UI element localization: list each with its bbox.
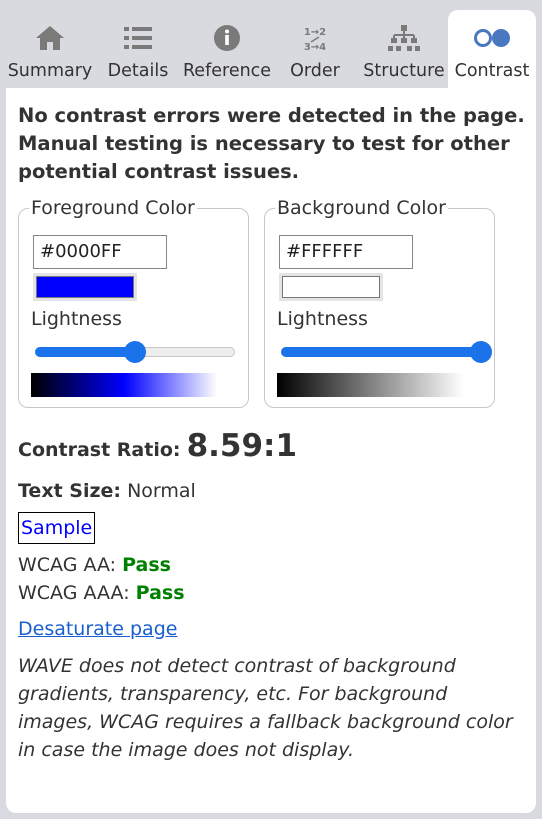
background-color-group: Background Color #FFFFFF Lightness (264, 196, 495, 408)
foreground-lightness-gradient (31, 373, 217, 397)
order-icon: 1→2 3→4 (304, 27, 326, 52)
wcag-aaa-result: WCAG AAA: Pass (18, 582, 185, 604)
home-icon (36, 26, 64, 50)
wcag-aaa-pass: Pass (135, 582, 185, 604)
foreground-lightness-slider[interactable] (35, 341, 235, 363)
order-icon-text-bottom: 3→4 (304, 42, 326, 52)
desaturate-page-link[interactable]: Desaturate page (18, 618, 177, 640)
foreground-legend: Foreground Color (29, 196, 197, 220)
foreground-hex-input[interactable]: #0000FF (33, 235, 167, 269)
background-lightness-slider[interactable] (281, 341, 492, 363)
tab-summary-label: Summary (7, 61, 93, 81)
slider-fill (35, 347, 135, 357)
tab-structure-label: Structure (363, 61, 445, 81)
tab-reference[interactable]: Reference (180, 10, 274, 88)
contrast-ratio: Contrast Ratio: 8.59:1 (18, 428, 297, 464)
sample-text: Sample (18, 512, 96, 544)
wcag-aa-pass: Pass (122, 554, 171, 576)
tab-details-label: Details (107, 61, 169, 81)
foreground-color-group: Foreground Color #0000FF Lightness (18, 196, 249, 408)
text-size-label: Text Size: (18, 480, 122, 502)
text-size-value: Normal (127, 480, 196, 502)
contrast-ratio-value: 8.59:1 (186, 428, 298, 464)
background-lightness-gradient (277, 373, 463, 397)
slider-fill (281, 347, 481, 357)
intro-message: No contrast errors were detected in the … (18, 104, 525, 183)
wcag-aa-label: WCAG AA: (18, 554, 117, 576)
contrast-ratio-label: Contrast Ratio: (18, 439, 181, 461)
contrast-note: WAVE does not detect contrast of backgro… (18, 655, 513, 761)
slider-thumb[interactable] (470, 341, 492, 363)
contrast-icon (474, 29, 510, 47)
wcag-aa-result: WCAG AA: Pass (18, 554, 171, 576)
tab-contrast[interactable]: Contrast (448, 10, 536, 88)
tab-order-label: Order (290, 61, 340, 81)
tab-details[interactable]: Details (102, 10, 174, 88)
foreground-swatch-button[interactable] (33, 273, 137, 301)
background-swatch-button[interactable] (279, 273, 383, 301)
tab-order[interactable]: 1→2 3→4 Order (282, 10, 348, 88)
background-hex-input[interactable]: #FFFFFF (279, 235, 413, 269)
tab-bar: Summary Details Reference 1→2 3→4 Order (6, 10, 536, 88)
tab-structure[interactable]: Structure (360, 10, 448, 88)
tab-contrast-label: Contrast (454, 61, 530, 81)
wcag-aaa-label: WCAG AAA: (18, 582, 130, 604)
tab-summary[interactable]: Summary (6, 10, 94, 88)
structure-icon (388, 25, 420, 51)
foreground-lightness-label: Lightness (31, 308, 122, 330)
contrast-panel: No contrast errors were detected in the … (6, 88, 536, 813)
foreground-swatch (36, 276, 134, 298)
background-legend: Background Color (275, 196, 448, 220)
order-icon-text-top: 1→2 (304, 27, 326, 38)
tab-reference-label: Reference (182, 61, 272, 81)
background-swatch (282, 276, 380, 298)
slider-thumb[interactable] (124, 341, 146, 363)
text-size: Text Size: Normal (18, 480, 196, 502)
info-icon (214, 25, 240, 51)
background-lightness-label: Lightness (277, 308, 368, 330)
list-icon (124, 27, 152, 49)
